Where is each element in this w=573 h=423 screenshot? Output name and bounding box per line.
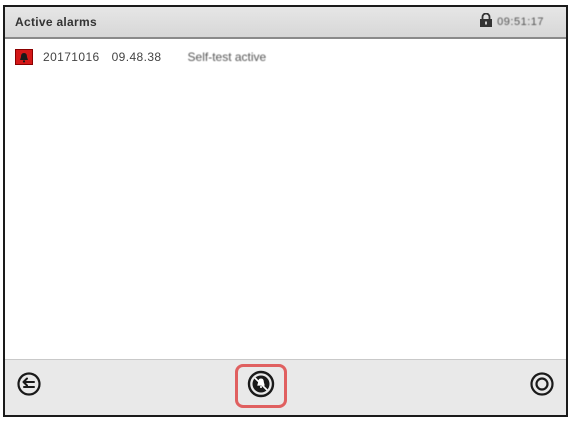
alarm-mute-icon bbox=[246, 369, 276, 404]
alarm-bell-icon bbox=[15, 49, 33, 65]
alarm-message: Self-test active bbox=[187, 50, 267, 64]
alarm-list-item[interactable]: 20171016 09.48.38 Self-test active bbox=[15, 47, 266, 67]
lock-icon bbox=[479, 12, 493, 32]
header-status: 09:51:17 bbox=[479, 12, 544, 32]
cancel-icon bbox=[529, 371, 555, 402]
cancel-button[interactable] bbox=[529, 371, 555, 402]
back-button[interactable] bbox=[16, 371, 42, 402]
page-title: Active alarms bbox=[15, 15, 97, 29]
controller-display: Active alarms 09:51:17 20171016 09.48.38… bbox=[3, 5, 568, 417]
header-bar: Active alarms 09:51:17 bbox=[5, 7, 566, 39]
alarm-date: 20171016 bbox=[43, 50, 100, 64]
header-time: 09:51:17 bbox=[497, 16, 544, 28]
alarm-time: 09.48.38 bbox=[111, 50, 162, 64]
back-arrow-icon bbox=[16, 371, 42, 402]
alarm-mute-button[interactable] bbox=[235, 364, 287, 408]
footer-bar bbox=[5, 359, 566, 415]
